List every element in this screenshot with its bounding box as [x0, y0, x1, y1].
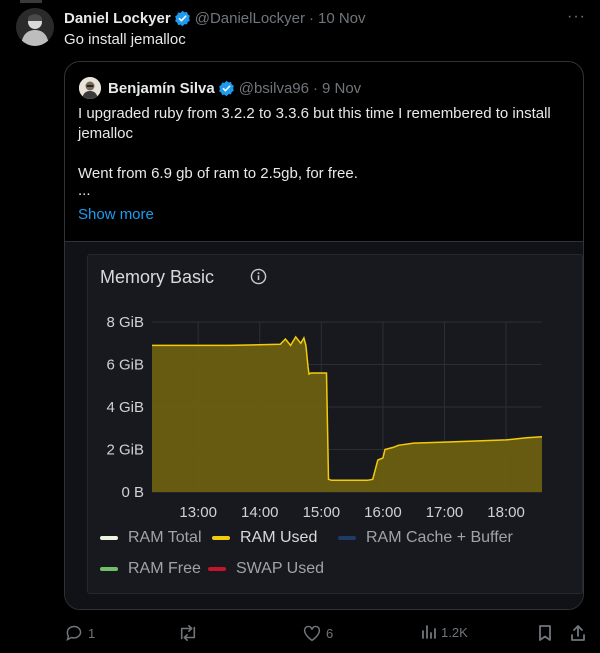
legend-swatch	[212, 536, 230, 540]
tweet-text: Go install jemalloc	[64, 31, 186, 48]
top-strip	[0, 0, 600, 3]
legend-item[interactable]: RAM Used	[212, 529, 317, 547]
heart-icon	[303, 625, 321, 642]
legend-label: RAM Free	[128, 560, 201, 577]
author-avatar[interactable]	[16, 8, 54, 46]
quote-line-1: I upgraded ruby from 3.2.2 to 3.3.6 but …	[78, 105, 551, 142]
legend-item[interactable]: RAM Free	[100, 560, 201, 578]
legend-label: RAM Total	[128, 529, 202, 546]
legend-item[interactable]: RAM Cache + Buffer	[338, 529, 513, 547]
quoted-tweet[interactable]: Benjamín Silva @bsilva96 · 9 Nov I upgra…	[64, 61, 584, 610]
bookmark-button[interactable]	[537, 624, 557, 642]
views-count: 1.2K	[441, 624, 468, 640]
share-icon	[571, 625, 585, 641]
legend-swatch	[100, 567, 118, 571]
legend-swatch	[208, 567, 226, 571]
quote-line-2: Went from 6.9 gb of ram to 2.5gb, for fr…	[78, 165, 358, 182]
tweet-header: Daniel Lockyer @DanielLockyer · 10 Nov	[64, 8, 366, 28]
like-button[interactable]: 6	[302, 624, 333, 642]
show-more-link[interactable]: Show more	[78, 206, 154, 223]
legend-label: RAM Used	[240, 529, 318, 546]
reply-button[interactable]: 1	[64, 624, 95, 642]
memory-basic-panel: Memory Basic 0 B2 GiB 4 GiB 6 GiB 8 GiB 13:0…	[87, 254, 583, 594]
y-tick-label: 8 GiB	[106, 314, 144, 331]
x-tick-label: 14:00	[241, 504, 279, 521]
quote-author-handle[interactable]: @bsilva96	[239, 80, 309, 97]
quote-date[interactable]: 9 Nov	[322, 80, 361, 97]
verified-badge-icon	[218, 80, 234, 96]
verified-badge-icon	[174, 10, 190, 26]
author-handle[interactable]: @DanielLockyer	[195, 10, 305, 27]
legend-swatch	[100, 536, 118, 540]
like-count: 6	[326, 625, 334, 641]
y-tick-label: 4 GiB	[106, 399, 144, 416]
quote-text: I upgraded ruby from 3.2.2 to 3.3.6 but …	[78, 104, 578, 198]
dot-separator: ·	[309, 9, 314, 27]
y-tick-label: 2 GiB	[106, 442, 144, 459]
x-tick-label: 18:00	[487, 504, 525, 521]
legend-item[interactable]: SWAP Used	[208, 560, 324, 578]
dot-separator: ·	[312, 79, 318, 97]
quote-media-image[interactable]: Memory Basic 0 B2 GiB 4 GiB 6 GiB 8 GiB 13:0…	[65, 241, 583, 609]
author-name[interactable]: Daniel Lockyer	[64, 10, 171, 27]
legend-swatch	[338, 536, 356, 540]
quote-ellipsis: ...	[78, 182, 91, 199]
share-button[interactable]	[569, 624, 591, 642]
views-button[interactable]: 1.2K	[421, 624, 468, 640]
x-tick-label: 16:00	[364, 504, 402, 521]
quote-author-name[interactable]: Benjamín Silva	[108, 80, 215, 97]
y-tick-label: 6 GiB	[106, 357, 144, 374]
x-tick-label: 13:00	[179, 504, 217, 521]
x-tick-label: 17:00	[426, 504, 464, 521]
ram-used-area	[152, 336, 542, 492]
tweet-actions: 1 6 1.2K	[64, 624, 594, 646]
quote-header: Benjamín Silva @bsilva96 · 9 Nov	[79, 76, 361, 100]
more-options-icon[interactable]: ···	[567, 8, 586, 26]
reply-icon	[66, 625, 82, 641]
x-tick-label: 15:00	[303, 504, 341, 521]
bookmark-icon	[539, 625, 551, 641]
legend-label: RAM Cache + Buffer	[366, 529, 513, 546]
tweet-date[interactable]: 10 Nov	[318, 10, 366, 27]
repost-button[interactable]	[177, 624, 203, 642]
reply-count: 1	[88, 625, 96, 641]
quote-author-avatar	[79, 77, 101, 99]
repost-icon	[180, 624, 196, 642]
legend-item[interactable]: RAM Total	[100, 529, 202, 547]
y-tick-label: 0 B	[121, 484, 144, 501]
views-chart-icon	[422, 625, 436, 639]
legend-label: SWAP Used	[236, 560, 325, 577]
